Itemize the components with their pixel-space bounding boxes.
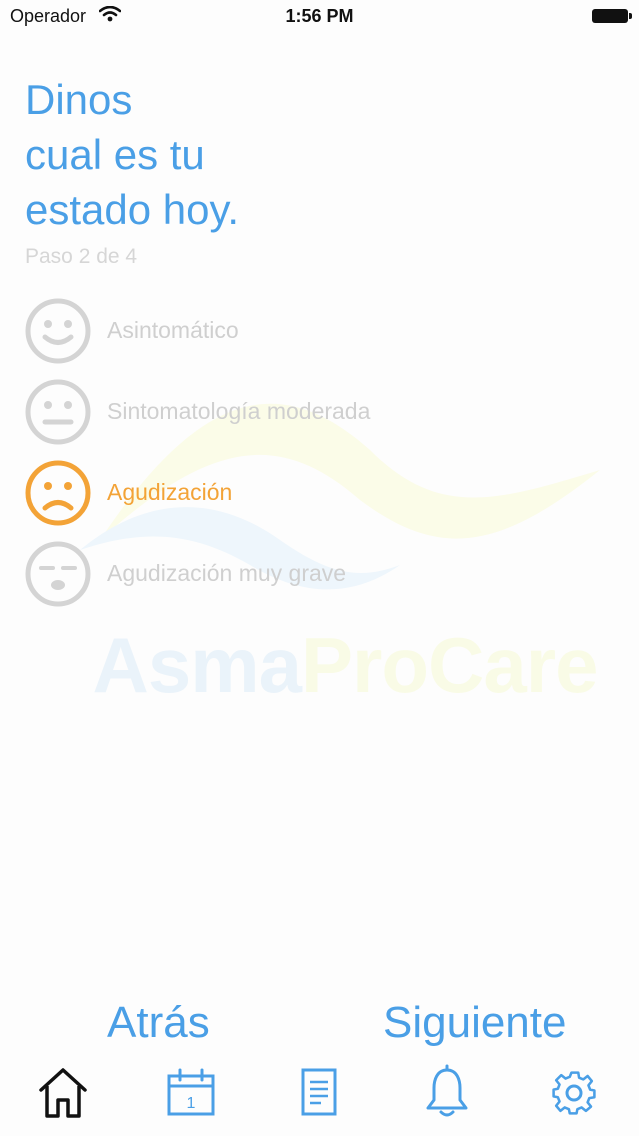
- title-line: cual es tu: [25, 131, 205, 178]
- home-icon: [39, 1068, 87, 1118]
- option-sintomatologia-moderada[interactable]: Sintomatología moderada: [24, 371, 604, 452]
- status-options: Asintomático Sintomatología moderada Agu…: [24, 290, 604, 614]
- option-label: Asintomático: [107, 317, 239, 343]
- option-label: Agudización: [107, 479, 233, 505]
- bell-icon: [426, 1064, 468, 1117]
- screen: Operador 1:56 PM AsmaProCare Dinos cual …: [0, 0, 639, 1136]
- calendar-icon: 1: [167, 1068, 215, 1116]
- tab-bar: 1: [0, 1060, 639, 1136]
- document-icon: [301, 1068, 337, 1116]
- sad-face-icon: [25, 460, 91, 525]
- watermark-text: AsmaProCare: [92, 621, 599, 709]
- happy-face-icon: [25, 298, 91, 363]
- title-line: Dinos: [25, 76, 133, 123]
- tab-reports[interactable]: [293, 1064, 345, 1122]
- battery-icon: [592, 9, 632, 23]
- page-title: Dinos cual es tu estado hoy.: [25, 72, 585, 237]
- tab-settings[interactable]: [548, 1064, 600, 1122]
- option-label: Agudización muy grave: [107, 560, 347, 586]
- step-indicator: Paso 2 de 4: [25, 245, 138, 268]
- gear-icon: [552, 1071, 596, 1115]
- status-bar: Operador 1:56 PM: [0, 0, 639, 34]
- option-label: Sintomatología moderada: [107, 398, 371, 424]
- tab-calendar[interactable]: 1: [165, 1064, 217, 1122]
- tab-notifications[interactable]: [421, 1064, 473, 1122]
- option-agudizacion-muy-grave[interactable]: Agudización muy grave: [24, 533, 604, 614]
- option-agudizacion[interactable]: Agudización: [24, 452, 604, 533]
- option-asintomatico[interactable]: Asintomático: [24, 290, 604, 371]
- next-button[interactable]: Siguiente: [383, 998, 566, 1048]
- calendar-day: 1: [187, 1095, 196, 1112]
- back-button[interactable]: Atrás: [107, 998, 210, 1048]
- title-line: estado hoy.: [25, 186, 240, 233]
- clock: 1:56 PM: [285, 6, 354, 26]
- neutral-face-icon: [25, 379, 91, 444]
- tab-home[interactable]: [37, 1064, 89, 1122]
- severe-face-icon: [25, 541, 91, 606]
